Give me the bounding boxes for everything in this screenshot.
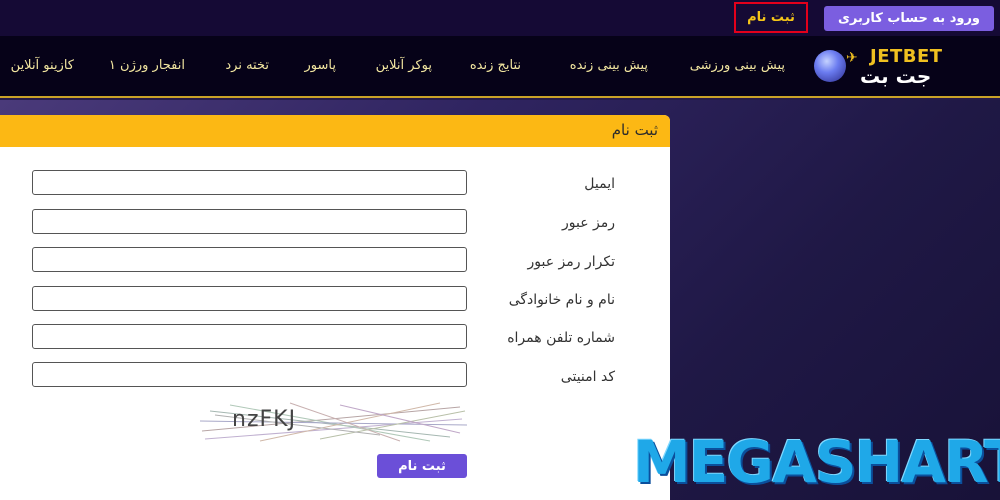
top-bar: ورود به حساب کاربری ثبت نام xyxy=(0,0,1000,36)
security-code-field[interactable] xyxy=(32,362,467,387)
plane-icon: ✈ xyxy=(846,50,858,66)
site-logo[interactable]: ✈ JETBET جت بت xyxy=(810,40,990,94)
captcha-text: nzFKJ xyxy=(232,407,297,432)
login-button[interactable]: ورود به حساب کاربری xyxy=(824,6,994,31)
watermark-text: MEGASHART xyxy=(633,428,1000,496)
password-field[interactable] xyxy=(32,209,467,234)
register-form-card: ثبت نام ایمیل رمز عبور تکرار رمز عبور نا… xyxy=(0,115,670,500)
phone-field[interactable] xyxy=(32,324,467,349)
main-nav: ✈ JETBET جت بت پیش بینی ورزشی پیش بینی ز… xyxy=(0,36,1000,98)
soccer-ball-icon xyxy=(814,50,846,82)
email-field[interactable] xyxy=(32,170,467,195)
nav-item-backgammon[interactable]: تخته نرد xyxy=(225,58,269,78)
logo-persian: جت بت xyxy=(860,64,932,88)
submit-register-button[interactable]: ثبت نام xyxy=(377,454,467,478)
register-link[interactable]: ثبت نام xyxy=(734,2,808,33)
confirm-password-field[interactable] xyxy=(32,247,467,272)
captcha-image: nzFKJ xyxy=(200,401,467,443)
nav-item-sports-betting[interactable]: پیش بینی ورزشی xyxy=(690,58,785,78)
nav-item-online-casino[interactable]: کازینو آنلاین xyxy=(11,58,74,78)
form-title: ثبت نام xyxy=(611,121,658,139)
nav-item-online-poker[interactable]: پوکر آنلاین xyxy=(376,58,432,78)
nav-item-pasur[interactable]: پاسور xyxy=(305,58,336,78)
nav-item-live-betting[interactable]: پیش بینی زنده xyxy=(570,58,648,78)
nav-item-crash-v1[interactable]: انفجار ورژن ۱ xyxy=(109,58,185,78)
form-header: ثبت نام xyxy=(0,115,670,147)
full-name-field[interactable] xyxy=(32,286,467,311)
nav-item-live-results[interactable]: نتایج زنده xyxy=(470,58,521,78)
megashart-watermark: MEGASHART xyxy=(633,428,1000,496)
